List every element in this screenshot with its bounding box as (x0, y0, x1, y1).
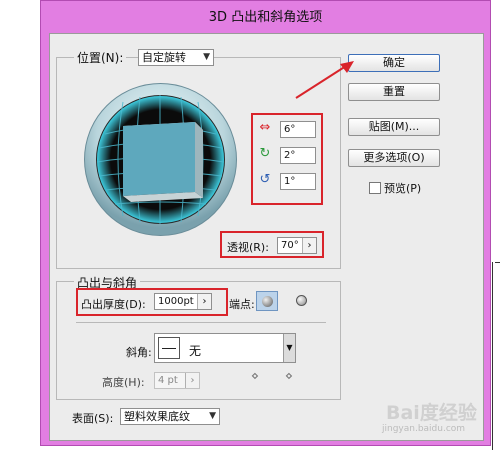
preview-label[interactable]: 预览(P) (384, 180, 421, 196)
chevron-right-icon[interactable]: › (197, 294, 211, 309)
background-line (492, 262, 493, 450)
bevel-select[interactable]: 无 ▼ (154, 333, 296, 363)
reset-button[interactable]: 重置 (348, 83, 440, 101)
rotation-z-field[interactable]: 1° (280, 173, 316, 190)
cap-on-icon (261, 296, 273, 307)
cap-off-button[interactable] (290, 291, 312, 311)
chevron-right-icon[interactable]: › (185, 373, 199, 388)
extrude-depth-value: 1000pt (158, 296, 194, 307)
rotate-x-icon: ⇔ (259, 120, 271, 135)
surface-label: 表面(S): (72, 412, 114, 425)
bevel-preview-icon (158, 337, 180, 359)
height-field[interactable]: 4 pt › (154, 372, 200, 389)
rotate-y-icon: ↻ (259, 146, 271, 161)
bevel-in-icon[interactable]: ⋄ (282, 370, 296, 384)
background-line (495, 262, 500, 263)
preview-checkbox[interactable] (369, 182, 381, 194)
extrude-depth-label: 凸出厚度(D): (81, 298, 146, 311)
extrude-bevel-dialog: 3D 凸出和斜角选项 位置(N): 自定旋转 ▼ ⇔ 6° ↻ 2° ↺ 1° … (40, 0, 491, 446)
height-value: 4 pt (158, 375, 178, 386)
cap-on-button[interactable] (256, 291, 278, 311)
cap-label: 端点: (229, 298, 255, 311)
height-label: 高度(H): (102, 376, 145, 389)
chevron-down-icon: ▼ (209, 411, 216, 421)
chevron-down-icon: ▼ (203, 52, 210, 62)
extrude-depth-field[interactable]: 1000pt › (154, 293, 212, 310)
bevel-label: 斜角: (126, 346, 152, 359)
rotation-y-field[interactable]: 2° (280, 147, 316, 164)
bevel-value: 无 (189, 344, 202, 358)
chevron-down-icon: ▼ (283, 334, 295, 362)
perspective-label: 透视(R): (227, 241, 269, 254)
dialog-title: 3D 凸出和斜角选项 (208, 10, 323, 25)
chevron-right-icon[interactable]: › (302, 238, 316, 253)
position-label: 位置(N): (74, 49, 127, 66)
surface-select[interactable]: 塑料效果底纹 ▼ (120, 408, 220, 425)
rotation-x-field[interactable]: 6° (280, 121, 316, 138)
arrow-annotation (295, 61, 354, 99)
position-select[interactable]: 自定旋转 ▼ (138, 49, 214, 66)
trackball-graphic (84, 83, 237, 236)
dialog-client-area: 位置(N): 自定旋转 ▼ ⇔ 6° ↻ 2° ↺ 1° 透视(R): 70° … (49, 33, 484, 441)
cap-off-icon (295, 295, 307, 306)
watermark-url: jingyan.baidu.com (382, 424, 466, 434)
extrude-separator (76, 322, 326, 323)
watermark-text: Bai度经验 (386, 402, 477, 424)
bevel-out-icon[interactable]: ⋄ (248, 370, 262, 384)
surface-value: 塑料效果底纹 (124, 410, 190, 423)
rotate-z-icon: ↺ (259, 172, 271, 187)
more-options-button[interactable]: 更多选项(O) (348, 149, 440, 167)
perspective-value: 70° (281, 240, 299, 251)
map-button[interactable]: 贴图(M)... (348, 118, 440, 136)
rotation-trackball[interactable] (83, 82, 238, 237)
position-select-value: 自定旋转 (142, 51, 186, 64)
perspective-field[interactable]: 70° › (277, 237, 317, 254)
ok-button[interactable]: 确定 (348, 54, 440, 72)
